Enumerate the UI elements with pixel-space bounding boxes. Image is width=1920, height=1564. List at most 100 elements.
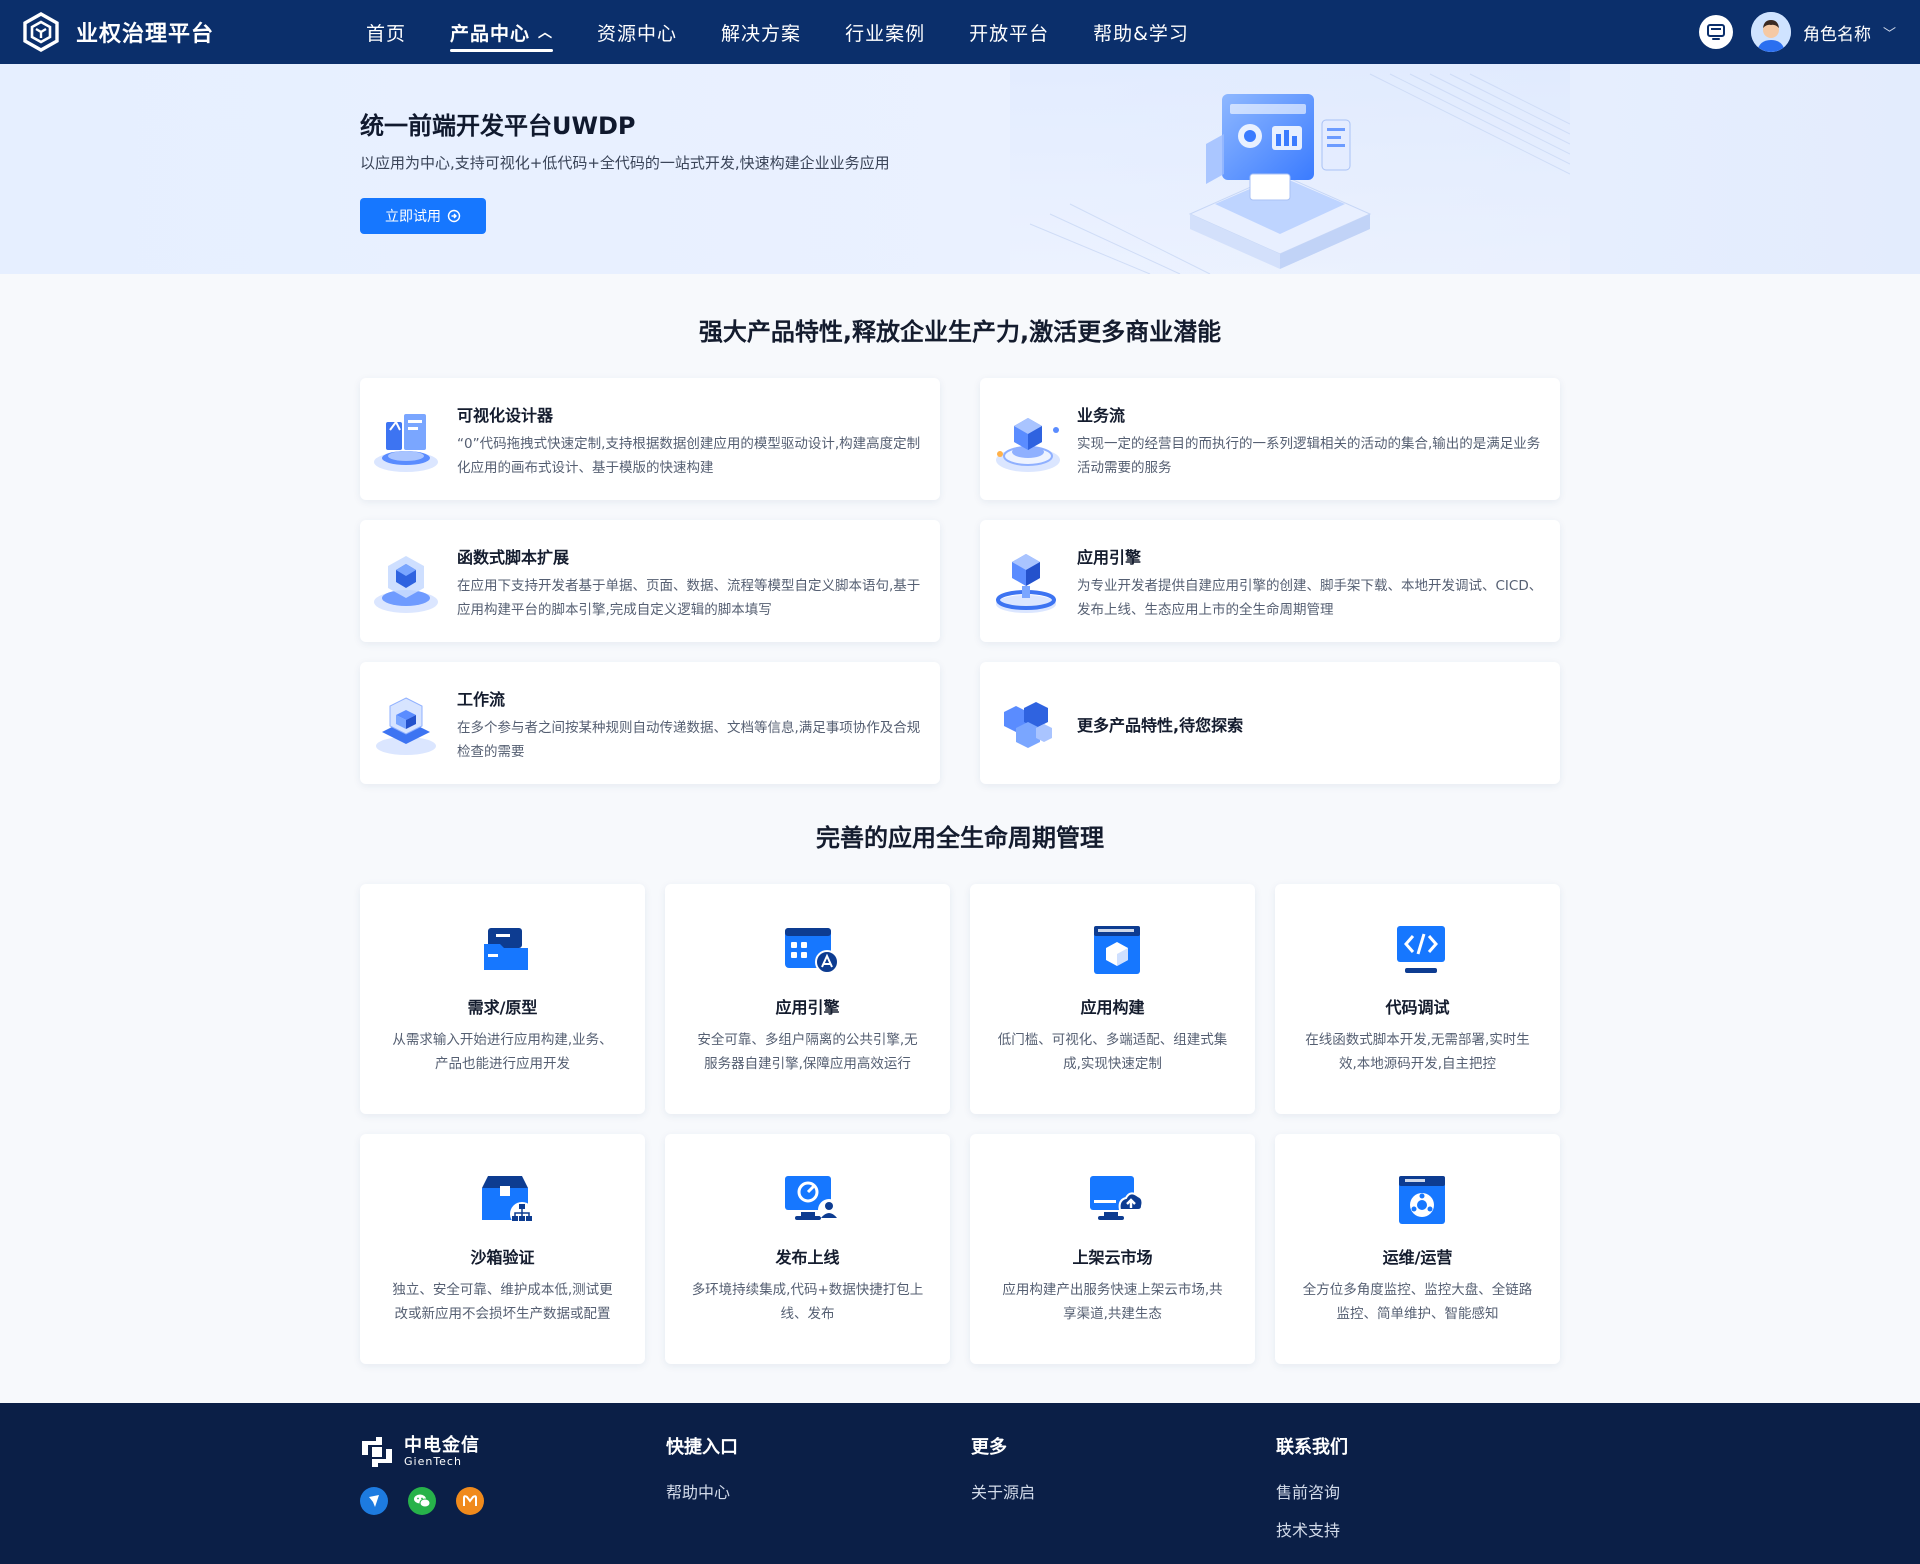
console-button[interactable]	[1698, 15, 1733, 49]
app-engine-icon	[996, 554, 1056, 613]
feature-card-business-flow[interactable]: 业务流 实现一定的经营目的而执行的一系列逻辑相关的活动的集合,输出的是满足业务活…	[980, 378, 1560, 500]
nav-label: 产品中心	[450, 22, 531, 45]
nav-item-home[interactable]: 首页	[366, 0, 406, 64]
banner-subtitle: 以应用为中心,支持可视化+低代码+全代码的一站式开发,快速构建企业业务应用	[360, 154, 890, 172]
feature-desc: 实现一定的经营目的而执行的一系列逻辑相关的活动的集合,输出的是满足业务活动需要的…	[1077, 436, 1541, 476]
chevron-down-icon[interactable]: ﹀	[1883, 23, 1896, 42]
more-features-icon	[1004, 702, 1052, 748]
user-name[interactable]: 角色名称	[1803, 20, 1871, 45]
arrow-circle-icon	[447, 209, 461, 223]
code-debug-icon	[1397, 926, 1445, 973]
requirement-icon	[484, 928, 528, 970]
nav-item-industry-cases[interactable]: 行业案例	[845, 0, 925, 64]
operations-icon	[1399, 1176, 1445, 1224]
nav-label: 帮助&学习	[1093, 22, 1189, 45]
chevron-up-icon: ︿	[538, 25, 554, 41]
user-avatar-icon	[1750, 12, 1791, 52]
lifecycle-title: 应用构建	[1080, 998, 1145, 1017]
business-flow-icon	[996, 418, 1060, 472]
sandbox-icon	[482, 1176, 534, 1226]
script-extension-icon	[374, 556, 438, 613]
lifecycle-card-code-debug[interactable]: 代码调试 在线函数式脚本开发,无需部署,实时生效,本地源码开发,自主把控	[1275, 884, 1560, 1114]
footer-link-help-center[interactable]: 帮助中心	[666, 1479, 738, 1503]
nav-item-resource-center[interactable]: 资源中心	[597, 0, 677, 64]
nav-item-open-platform[interactable]: 开放平台	[969, 0, 1049, 64]
footer: 中电金信 GienTech 快捷入口 帮助中心 更多 关于源启 联系我们 售前咨…	[0, 1403, 1920, 1564]
lifecycle-desc: 全方位多角度监控、监控大盘、全链路监控、简单维护、智能感知	[1302, 1282, 1533, 1322]
weibo-link[interactable]	[360, 1487, 388, 1515]
main-nav: 首页 产品中心 ︿ 资源中心 解决方案 行业案例 开放平台 帮助&学习	[366, 0, 1233, 64]
lifecycle-card-build[interactable]: 应用构建 低门槛、可视化、多端适配、组建式集成,实现快速定制	[970, 884, 1255, 1114]
feature-card-visual-designer[interactable]: 可视化设计器 “0”代码拖拽式快速定制,支持根据数据创建应用的模型驱动设计,构建…	[360, 378, 940, 500]
weibo-icon	[369, 1495, 379, 1507]
workflow-icon	[376, 697, 436, 755]
nav-label: 行业案例	[845, 22, 926, 45]
feature-card-app-engine[interactable]: 应用引擎 为专业开发者提供自建应用引擎的创建、脚手架下载、本地开发调试、CICD…	[980, 520, 1560, 642]
feature-title: 业务流	[1077, 406, 1126, 425]
lifecycle-card-publish[interactable]: 发布上线 多环境持续集成,代码+数据快捷打包上线、发布	[665, 1134, 950, 1364]
publish-icon	[785, 1176, 839, 1221]
lifecycle-card-requirement[interactable]: 需求/原型 从需求输入开始进行应用构建,业务、产品也能进行应用开发	[360, 884, 645, 1114]
lifecycle-card-engine[interactable]: 应用引擎 安全可靠、多组户隔离的公共引擎,无服务器自建引擎,保障应用高效运行	[665, 884, 950, 1114]
feature-title: 工作流	[457, 690, 506, 709]
feature-card-script-extension[interactable]: 函数式脚本扩展 在应用下支持开发者基于单据、页面、数据、流程等模型自定义脚本语句…	[360, 520, 940, 642]
footer-logo-cn: 中电金信	[404, 1434, 480, 1456]
brand-logo-link[interactable]: 业权治理平台	[22, 10, 214, 54]
lifecycle-title: 发布上线	[775, 1248, 840, 1267]
gientech-logo-icon	[362, 1437, 392, 1467]
footer-col-title: 联系我们	[1276, 1437, 1348, 1458]
nav-label: 资源中心	[597, 22, 678, 45]
lifecycle-desc: 多环境持续集成,代码+数据快捷打包上线、发布	[691, 1282, 924, 1322]
footer-logo[interactable]: 中电金信 GienTech	[358, 1433, 480, 1471]
footer-link-tech-support[interactable]: 技术支持	[1276, 1517, 1348, 1541]
hero-banner: 统一前端开发平台UWDP 以应用为中心,支持可视化+低代码+全代码的一站式开发,…	[0, 64, 1920, 274]
try-now-label: 立即试用	[385, 209, 441, 225]
lifecycle-section-title: 完善的应用全生命周期管理	[816, 824, 1104, 852]
feature-card-workflow[interactable]: 工作流 在多个参与者之间按某种规则自动传递数据、文档等信息,满足事项协作及合规检…	[360, 662, 940, 784]
nav-item-product-center[interactable]: 产品中心 ︿	[450, 0, 554, 64]
build-icon	[1094, 926, 1140, 974]
lifecycle-desc: 安全可靠、多组户隔离的公共引擎,无服务器自建引擎,保障应用高效运行	[697, 1032, 918, 1072]
engine-icon	[785, 928, 839, 974]
feature-title: 可视化设计器	[457, 406, 554, 425]
wechat-icon	[414, 1494, 431, 1508]
visual-designer-icon	[374, 414, 438, 472]
lifecycle-card-sandbox[interactable]: 沙箱验证 独立、安全可靠、维护成本低,测试更改或新应用不会损坏生产数据或配置	[360, 1134, 645, 1364]
footer-col-contact: 联系我们 售前咨询 技术支持	[1276, 1433, 1348, 1555]
nav-item-solutions[interactable]: 解决方案	[721, 0, 801, 64]
lifecycle-title: 运维/运营	[1382, 1248, 1453, 1267]
footer-link-presales[interactable]: 售前咨询	[1276, 1479, 1348, 1503]
lifecycle-title: 上架云市场	[1072, 1248, 1153, 1267]
miniprogram-link[interactable]	[456, 1487, 484, 1515]
miniprogram-icon	[463, 1495, 477, 1506]
top-navigation-bar: 业权治理平台 首页 产品中心 ︿ 资源中心 解决方案 行业案例 开放平台 帮助&学…	[0, 0, 1920, 64]
avatar[interactable]	[1750, 12, 1791, 52]
feature-title: 更多产品特性,待您探索	[1077, 716, 1244, 735]
header-user-area: 角色名称 ﹀	[1698, 0, 1896, 64]
footer-link-about[interactable]: 关于源启	[971, 1479, 1035, 1503]
lifecycle-desc: 独立、安全可靠、维护成本低,测试更改或新应用不会损坏生产数据或配置	[392, 1282, 613, 1322]
feature-card-more[interactable]: 更多产品特性,待您探索	[980, 662, 1560, 784]
lifecycle-desc: 低门槛、可视化、多端适配、组建式集成,实现快速定制	[997, 1032, 1228, 1072]
footer-logo-en: GienTech	[404, 1454, 462, 1468]
feature-desc: 在多个参与者之间按某种规则自动传递数据、文档等信息,满足事项协作及合规检查的需要	[457, 720, 921, 760]
footer-col-more: 更多 关于源启	[971, 1433, 1035, 1517]
nav-label: 首页	[366, 22, 407, 45]
footer-logo-text: 中电金信 GienTech	[404, 1434, 480, 1468]
lifecycle-title: 沙箱验证	[470, 1248, 535, 1267]
platform-logo-icon	[23, 12, 59, 52]
try-now-button[interactable]: 立即试用	[360, 198, 486, 234]
footer-col-title: 更多	[971, 1437, 1007, 1458]
lifecycle-desc: 应用构建产出服务快速上架云市场,共享渠道,共建生态	[1002, 1282, 1223, 1322]
wechat-link[interactable]	[408, 1487, 436, 1515]
feature-desc: “0”代码拖拽式快速定制,支持根据数据创建应用的模型驱动设计,构建高度定制化应用…	[457, 436, 921, 476]
feature-desc: 在应用下支持开发者基于单据、页面、数据、流程等模型自定义脚本语句,基于应用构建平…	[457, 578, 921, 618]
features-section-title: 强大产品特性,释放企业生产力,激活更多商业潜能	[698, 318, 1222, 346]
banner-title: 统一前端开发平台UWDP	[360, 112, 636, 140]
monitor-icon	[1706, 24, 1725, 40]
lifecycle-card-operations[interactable]: 运维/运营 全方位多角度监控、监控大盘、全链路监控、简单维护、智能感知	[1275, 1134, 1560, 1364]
lifecycle-card-cloud-market[interactable]: 上架云市场 应用构建产出服务快速上架云市场,共享渠道,共建生态	[970, 1134, 1255, 1364]
cloud-market-icon	[1090, 1176, 1144, 1220]
nav-item-help-learning[interactable]: 帮助&学习	[1093, 0, 1189, 64]
app-title: 业权治理平台	[76, 22, 215, 47]
